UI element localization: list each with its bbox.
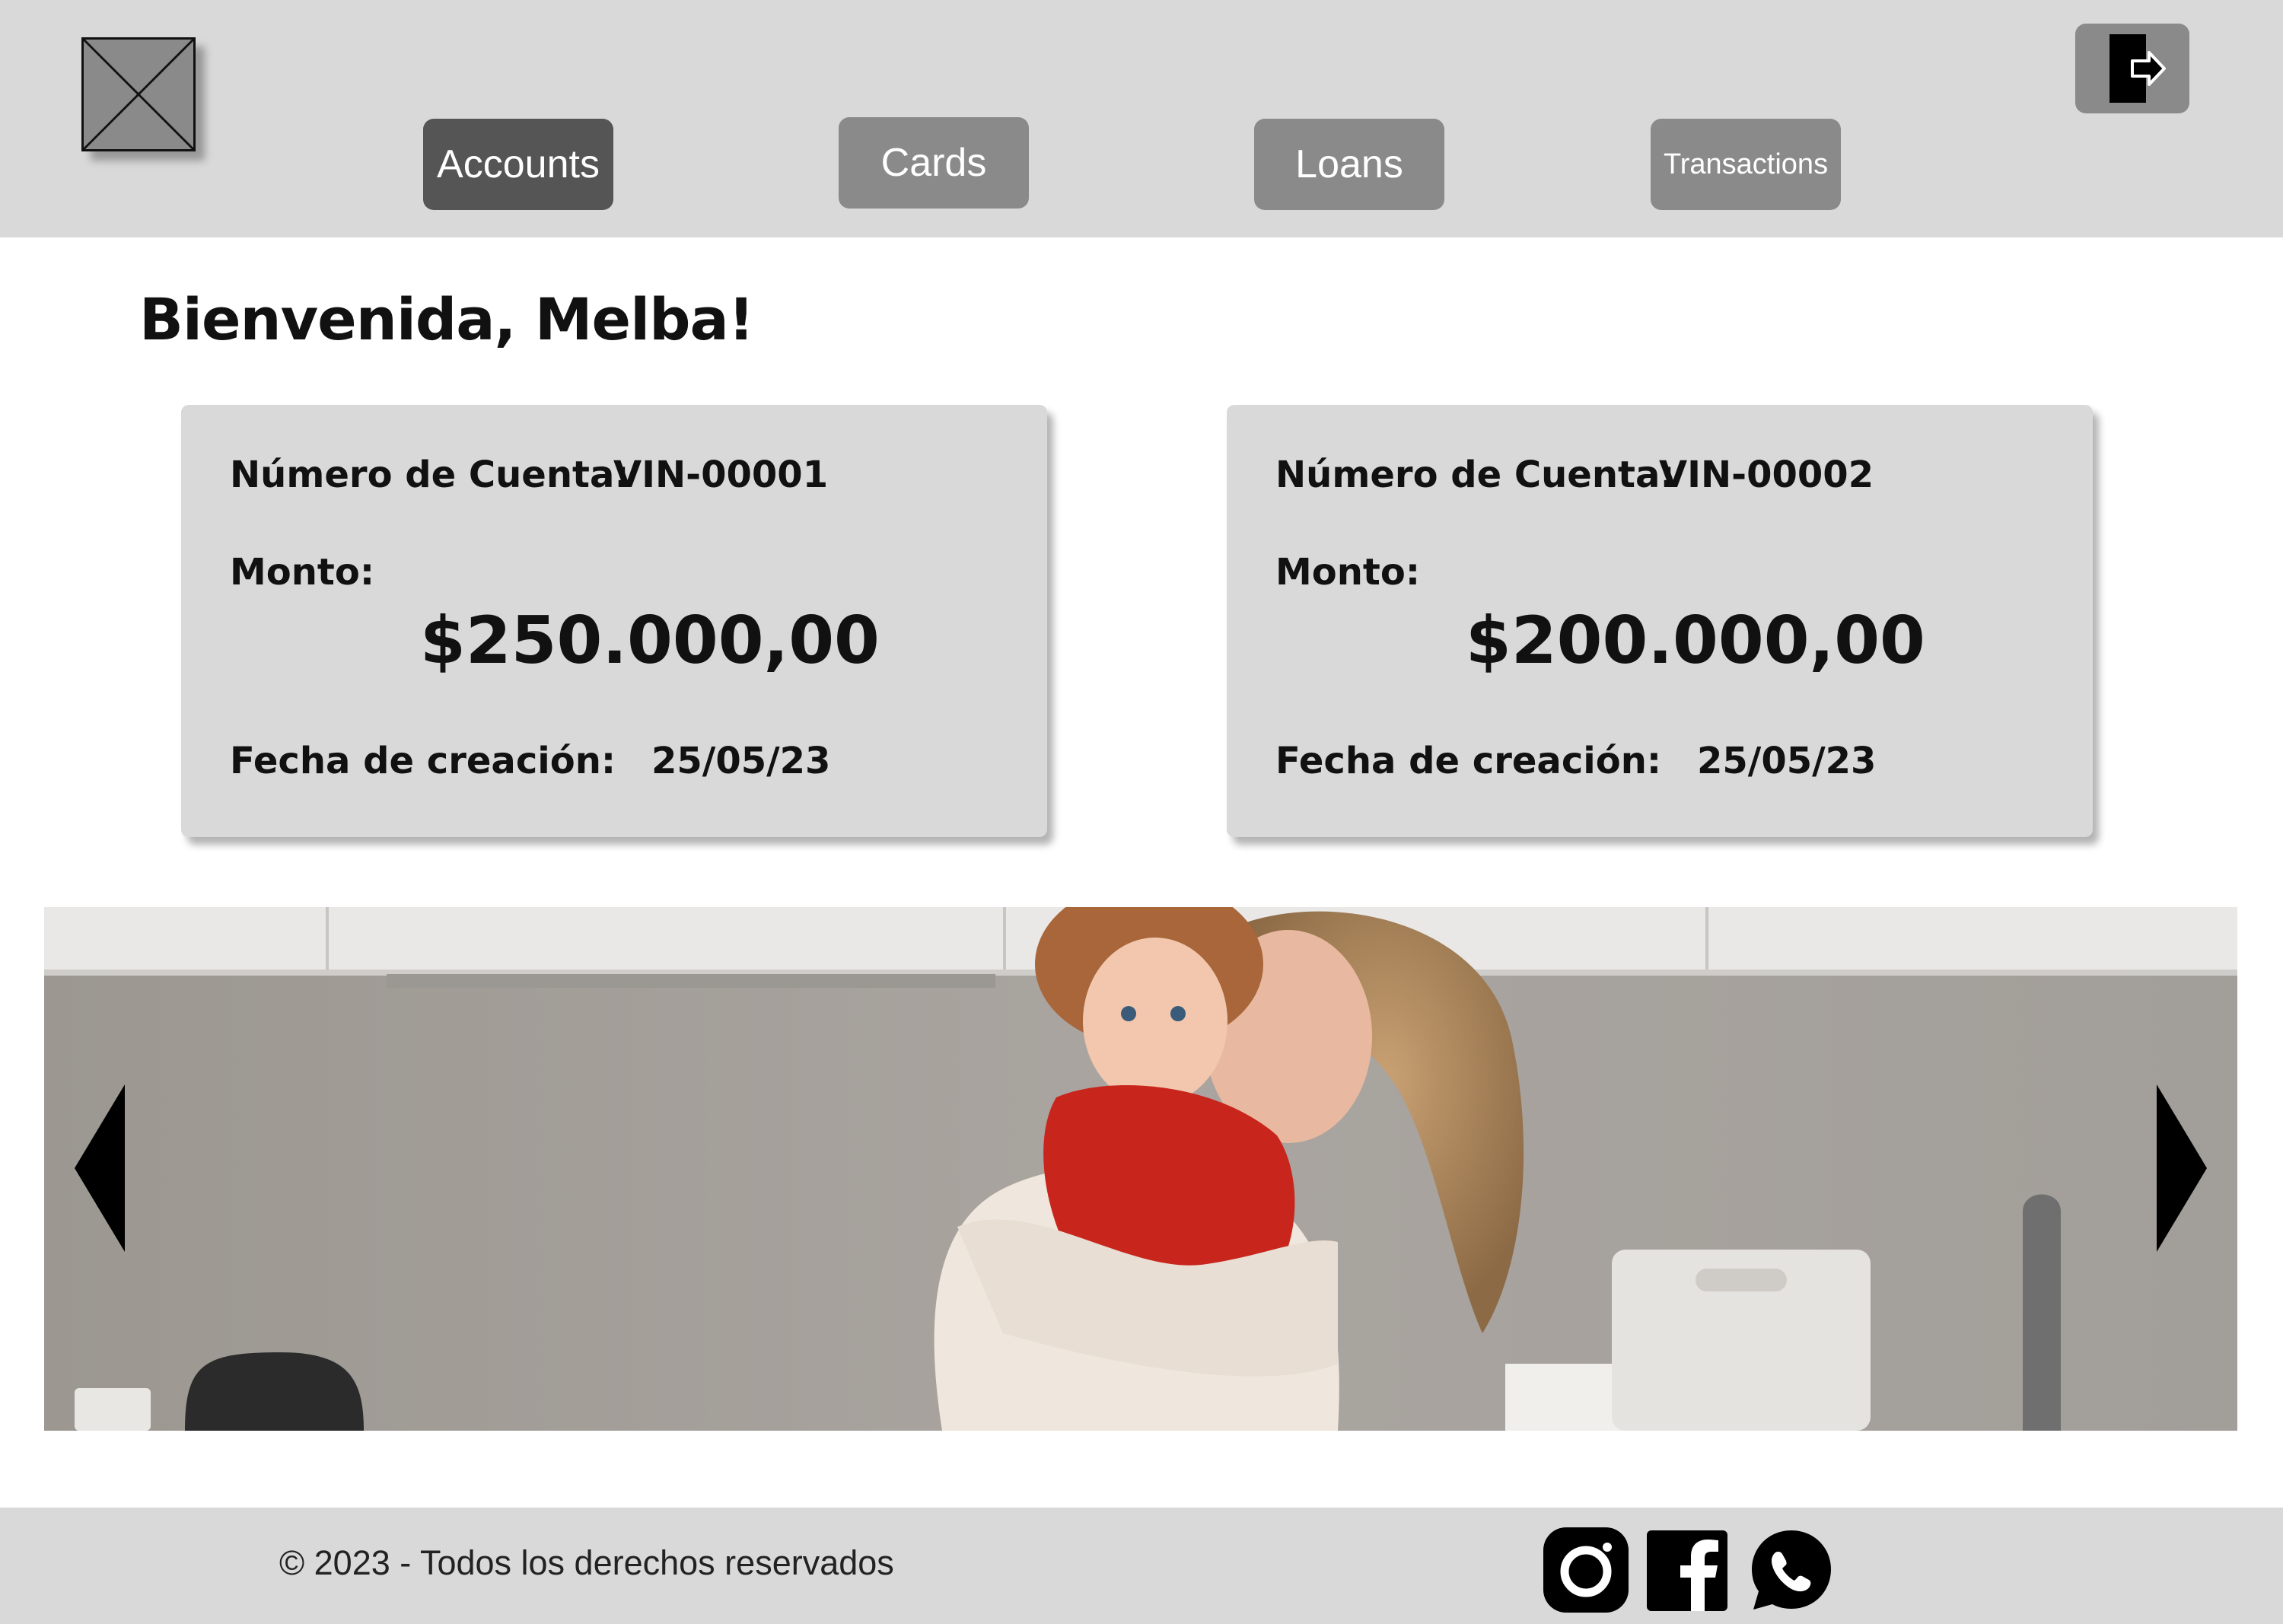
welcome-heading: Bienvenida, Melba! [139, 285, 754, 353]
facebook-icon[interactable] [1647, 1527, 1727, 1613]
amount-value: $250.000,00 [420, 603, 880, 679]
amount-value: $200.000,00 [1466, 603, 1925, 679]
carousel-prev-icon[interactable] [75, 1084, 128, 1252]
nav-loans-button[interactable]: Loans [1254, 119, 1444, 210]
top-header: Accounts Cards Loans Transactions [0, 0, 2283, 237]
account-number-label: Número de Cuenta: [1275, 454, 1675, 496]
nav-cards-button[interactable]: Cards [839, 117, 1029, 209]
amount-label: Monto: [230, 551, 375, 594]
logo-placeholder-icon[interactable] [81, 37, 196, 151]
logout-icon [2109, 34, 2166, 103]
account-card[interactable]: Número de Cuenta: VIN-00002 Monto: $200.… [1227, 405, 2093, 837]
account-number-value: VIN-00001 [613, 454, 829, 496]
amount-label: Monto: [1275, 551, 1421, 594]
carousel-next-icon[interactable] [2154, 1084, 2207, 1252]
creation-date-value: 25/05/23 [1697, 740, 1877, 782]
creation-date-value: 25/05/23 [651, 740, 831, 782]
creation-date-label: Fecha de creación: [1275, 740, 1662, 782]
whatsapp-icon[interactable] [1749, 1527, 1834, 1613]
nav-transactions-button[interactable]: Transactions [1651, 119, 1841, 210]
nav-accounts-button[interactable]: Accounts [423, 119, 613, 210]
logout-button[interactable] [2075, 24, 2189, 113]
instagram-icon[interactable] [1543, 1527, 1629, 1613]
creation-date-label: Fecha de creación: [230, 740, 616, 782]
promo-banner-image [44, 907, 2237, 1431]
account-number-value: VIN-00002 [1659, 454, 1874, 496]
copyright-text: © 2023 - Todos los derechos reservados [279, 1543, 894, 1582]
account-card[interactable]: Número de Cuenta: VIN-00001 Monto: $250.… [181, 405, 1047, 837]
account-number-label: Número de Cuenta: [230, 454, 629, 496]
